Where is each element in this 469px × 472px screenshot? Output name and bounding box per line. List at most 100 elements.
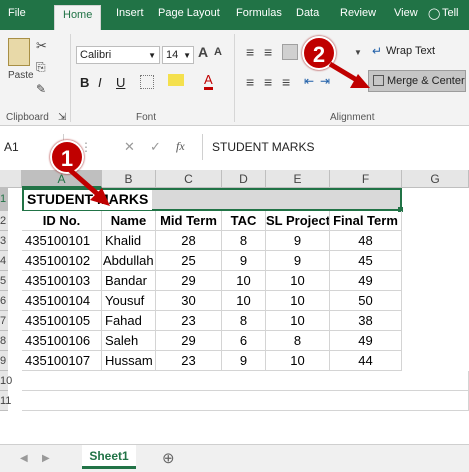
- borders-icon[interactable]: [140, 75, 154, 89]
- formula-input[interactable]: STUDENT MARKS: [212, 140, 314, 154]
- table-cell[interactable]: Hussam: [102, 351, 156, 371]
- table-cell[interactable]: 435100101: [22, 231, 102, 251]
- table-cell[interactable]: 6: [222, 331, 266, 351]
- header-cell[interactable]: TAC: [222, 211, 266, 231]
- table-cell[interactable]: 50: [330, 291, 402, 311]
- table-cell[interactable]: 10: [266, 311, 330, 331]
- empty-row[interactable]: [22, 371, 469, 391]
- select-all-corner[interactable]: [0, 170, 22, 188]
- table-cell[interactable]: 9: [222, 351, 266, 371]
- table-cell[interactable]: 10: [266, 291, 330, 311]
- column-header[interactable]: F: [330, 170, 402, 188]
- decrease-indent-icon[interactable]: ⇤: [304, 74, 314, 88]
- table-cell[interactable]: Abdullah: [102, 251, 156, 271]
- row-header[interactable]: 6: [0, 291, 8, 311]
- table-cell[interactable]: 48: [330, 231, 402, 251]
- table-cell[interactable]: 10: [222, 291, 266, 311]
- table-cell[interactable]: 9: [266, 231, 330, 251]
- align-center-icon[interactable]: ≡: [264, 74, 272, 90]
- insert-function-icon[interactable]: fx: [176, 139, 185, 154]
- underline-button[interactable]: U: [116, 75, 125, 90]
- tab-file[interactable]: File: [8, 7, 26, 19]
- row-header[interactable]: 3: [0, 231, 8, 251]
- font-color-icon[interactable]: A: [204, 73, 213, 90]
- paste-icon[interactable]: [8, 38, 30, 66]
- table-cell[interactable]: Bandar: [102, 271, 156, 291]
- table-cell[interactable]: 38: [330, 311, 402, 331]
- table-cell[interactable]: 49: [330, 271, 402, 291]
- table-cell[interactable]: 49: [330, 331, 402, 351]
- align-left-icon[interactable]: ≡: [246, 74, 254, 90]
- enter-icon[interactable]: ✓: [150, 139, 161, 155]
- align-bottom-icon[interactable]: [282, 44, 298, 60]
- table-cell[interactable]: Saleh: [102, 331, 156, 351]
- row-header[interactable]: 10: [0, 371, 12, 391]
- table-cell[interactable]: Yousuf: [102, 291, 156, 311]
- wrap-text-button[interactable]: Wrap Text: [386, 45, 435, 57]
- align-top-icon[interactable]: ≡: [246, 44, 254, 60]
- paste-label[interactable]: Paste: [8, 70, 34, 81]
- table-cell[interactable]: 29: [156, 271, 222, 291]
- lightbulb-icon[interactable]: ◯: [428, 7, 440, 20]
- chevron-down-icon[interactable]: ▼: [354, 48, 362, 57]
- row-header[interactable]: 9: [0, 351, 8, 371]
- font-size-select[interactable]: 14 ▼: [162, 46, 194, 64]
- table-cell[interactable]: 10: [222, 271, 266, 291]
- column-header[interactable]: C: [156, 170, 222, 188]
- italic-button[interactable]: I: [98, 75, 102, 90]
- table-cell[interactable]: Khalid: [102, 231, 156, 251]
- table-cell[interactable]: 435100103: [22, 271, 102, 291]
- table-cell[interactable]: 29: [156, 331, 222, 351]
- row-header[interactable]: 8: [0, 331, 8, 351]
- tab-home[interactable]: Home: [54, 5, 102, 30]
- table-cell[interactable]: 9: [222, 251, 266, 271]
- add-sheet-icon[interactable]: ⊕: [162, 449, 175, 467]
- scroll-left-icon[interactable]: ◀: [20, 453, 28, 464]
- table-cell[interactable]: 23: [156, 311, 222, 331]
- row-header[interactable]: 2: [0, 211, 8, 231]
- column-header[interactable]: D: [222, 170, 266, 188]
- align-right-icon[interactable]: ≡: [282, 74, 290, 90]
- cut-icon[interactable]: ✂: [36, 38, 47, 54]
- fill-color-icon[interactable]: [168, 74, 184, 86]
- scroll-right-icon[interactable]: ▶: [42, 453, 50, 464]
- tab-page-layout[interactable]: Page Layout: [158, 7, 220, 19]
- row-header[interactable]: 5: [0, 271, 8, 291]
- shrink-font-button[interactable]: A: [214, 46, 222, 58]
- table-cell[interactable]: 435100106: [22, 331, 102, 351]
- table-cell[interactable]: 435100102: [22, 251, 102, 271]
- merge-center-button[interactable]: Merge & Center: [368, 70, 466, 92]
- bold-button[interactable]: B: [80, 75, 89, 90]
- row-header[interactable]: 11: [0, 391, 11, 411]
- table-cell[interactable]: 10: [266, 271, 330, 291]
- header-cell[interactable]: ID No.: [22, 211, 102, 231]
- tab-view[interactable]: View: [394, 7, 418, 19]
- align-middle-icon[interactable]: ≡: [264, 44, 272, 60]
- table-cell[interactable]: 10: [266, 351, 330, 371]
- table-cell[interactable]: 23: [156, 351, 222, 371]
- header-cell[interactable]: Name: [102, 211, 156, 231]
- font-name-select[interactable]: Calibri ▼: [76, 46, 160, 64]
- grow-font-button[interactable]: A: [198, 44, 208, 60]
- tab-review[interactable]: Review: [340, 7, 376, 19]
- table-cell[interactable]: 25: [156, 251, 222, 271]
- header-cell[interactable]: SL Project: [266, 211, 330, 231]
- table-cell[interactable]: 435100104: [22, 291, 102, 311]
- table-cell[interactable]: 8: [266, 331, 330, 351]
- table-cell[interactable]: 8: [222, 311, 266, 331]
- sheet-tab-sheet1[interactable]: Sheet1: [82, 445, 136, 469]
- table-cell[interactable]: 44: [330, 351, 402, 371]
- format-painter-icon[interactable]: ✎: [36, 82, 46, 96]
- table-cell[interactable]: 28: [156, 231, 222, 251]
- tab-formulas[interactable]: Formulas: [236, 7, 282, 19]
- header-cell[interactable]: Mid Term: [156, 211, 222, 231]
- column-header[interactable]: G: [402, 170, 469, 188]
- tab-data[interactable]: Data: [296, 7, 319, 19]
- empty-row[interactable]: [22, 391, 469, 411]
- column-header[interactable]: E: [266, 170, 330, 188]
- copy-icon[interactable]: ⎘: [36, 60, 46, 75]
- dialog-launcher-icon[interactable]: ⇲: [58, 112, 66, 123]
- table-cell[interactable]: 45: [330, 251, 402, 271]
- table-cell[interactable]: 30: [156, 291, 222, 311]
- table-cell[interactable]: 435100107: [22, 351, 102, 371]
